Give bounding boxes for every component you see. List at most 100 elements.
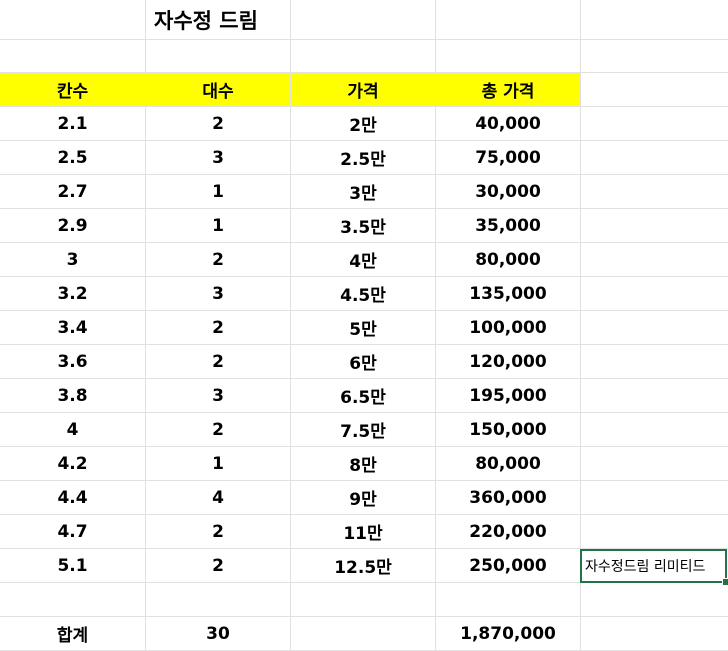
cell[interactable] [0,40,146,73]
price-cell[interactable]: 11만 [291,515,436,549]
cell[interactable] [581,73,728,107]
cell[interactable] [581,447,728,481]
total-price-cell[interactable]: 150,000 [436,413,581,447]
cell[interactable] [581,107,728,141]
daesu-cell[interactable]: 4 [146,481,291,515]
cell[interactable] [581,141,728,175]
daesu-cell[interactable]: 2 [146,549,291,583]
daesu-cell[interactable]: 2 [146,243,291,277]
kansu-cell[interactable]: 4.4 [0,481,146,515]
total-price-cell[interactable]: 35,000 [436,209,581,243]
cell[interactable] [291,617,436,651]
kansu-cell[interactable]: 2.7 [0,175,146,209]
cell[interactable] [291,40,436,73]
cell[interactable] [581,413,728,447]
cell[interactable]: 자수정 드림 [146,0,291,40]
daesu-cell[interactable]: 3 [146,379,291,413]
cell[interactable] [291,583,436,617]
kansu-cell[interactable]: 3.6 [0,345,146,379]
price-cell[interactable]: 3.5만 [291,209,436,243]
daesu-cell[interactable]: 3 [146,141,291,175]
price-cell[interactable]: 8만 [291,447,436,481]
cell[interactable] [581,617,728,651]
price-cell[interactable]: 9만 [291,481,436,515]
cell[interactable] [436,0,581,40]
header-row: 칸수 대수 가격 총 가격 [0,73,728,107]
price-cell[interactable]: 7.5만 [291,413,436,447]
cell[interactable] [581,481,728,515]
cell[interactable] [581,277,728,311]
cell[interactable] [581,243,728,277]
cell[interactable] [581,175,728,209]
price-cell[interactable]: 6.5만 [291,379,436,413]
cell[interactable] [581,583,728,617]
daesu-cell[interactable]: 2 [146,107,291,141]
header-cell-kansu[interactable]: 칸수 [0,73,146,107]
cell[interactable] [581,515,728,549]
cell[interactable] [581,379,728,413]
price-cell[interactable]: 5만 [291,311,436,345]
daesu-cell[interactable]: 2 [146,345,291,379]
cell[interactable] [436,583,581,617]
price-cell[interactable]: 3만 [291,175,436,209]
kansu-cell[interactable]: 2.5 [0,141,146,175]
header-cell-total-price[interactable]: 총 가격 [436,73,581,107]
daesu-cell[interactable]: 2 [146,311,291,345]
total-price-cell[interactable]: 135,000 [436,277,581,311]
kansu-cell[interactable]: 4 [0,413,146,447]
total-price-cell[interactable]: 120,000 [436,345,581,379]
total-price-cell[interactable]: 220,000 [436,515,581,549]
price-cell[interactable]: 4만 [291,243,436,277]
daesu-cell[interactable]: 1 [146,447,291,481]
kansu-cell[interactable]: 4.7 [0,515,146,549]
header-cell-price[interactable]: 가격 [291,73,436,107]
header-cell-daesu[interactable]: 대수 [146,73,291,107]
total-price-cell[interactable]: 195,000 [436,379,581,413]
kansu-cell[interactable]: 5.1 [0,549,146,583]
cell[interactable] [581,0,728,40]
daesu-cell[interactable]: 1 [146,209,291,243]
blank-row [0,40,728,73]
cell[interactable] [436,40,581,73]
kansu-cell[interactable]: 3.4 [0,311,146,345]
cell[interactable] [291,0,436,40]
cell[interactable] [581,209,728,243]
kansu-cell[interactable]: 3 [0,243,146,277]
table-row: 4 2 7.5만 150,000 [0,413,728,447]
price-cell[interactable]: 6만 [291,345,436,379]
kansu-cell[interactable]: 3.8 [0,379,146,413]
price-cell[interactable]: 2만 [291,107,436,141]
total-price-cell[interactable]: 80,000 [436,447,581,481]
cell[interactable] [146,583,291,617]
total-price-cell[interactable]: 250,000 [436,549,581,583]
total-sum-cell[interactable]: 1,870,000 [436,617,581,651]
kansu-cell[interactable]: 3.2 [0,277,146,311]
total-label-cell[interactable]: 합계 [0,617,146,651]
cell[interactable] [581,311,728,345]
price-cell[interactable]: 4.5만 [291,277,436,311]
total-price-cell[interactable]: 100,000 [436,311,581,345]
table-row: 3.8 3 6.5만 195,000 [0,379,728,413]
price-cell[interactable]: 12.5만 [291,549,436,583]
total-price-cell[interactable]: 80,000 [436,243,581,277]
cell[interactable] [581,345,728,379]
price-cell[interactable]: 2.5만 [291,141,436,175]
total-price-cell[interactable]: 40,000 [436,107,581,141]
total-price-cell[interactable]: 75,000 [436,141,581,175]
daesu-cell[interactable]: 2 [146,413,291,447]
cell[interactable] [0,583,146,617]
daesu-cell[interactable]: 1 [146,175,291,209]
cell[interactable] [0,0,146,40]
daesu-cell[interactable]: 2 [146,515,291,549]
fill-handle[interactable] [722,578,728,586]
cell[interactable] [581,40,728,73]
total-count-cell[interactable]: 30 [146,617,291,651]
total-price-cell[interactable]: 360,000 [436,481,581,515]
cell[interactable] [146,40,291,73]
selected-note-cell[interactable]: 자수정드림 리미티드 [580,549,727,583]
kansu-cell[interactable]: 2.1 [0,107,146,141]
total-price-cell[interactable]: 30,000 [436,175,581,209]
kansu-cell[interactable]: 4.2 [0,447,146,481]
daesu-cell[interactable]: 3 [146,277,291,311]
kansu-cell[interactable]: 2.9 [0,209,146,243]
